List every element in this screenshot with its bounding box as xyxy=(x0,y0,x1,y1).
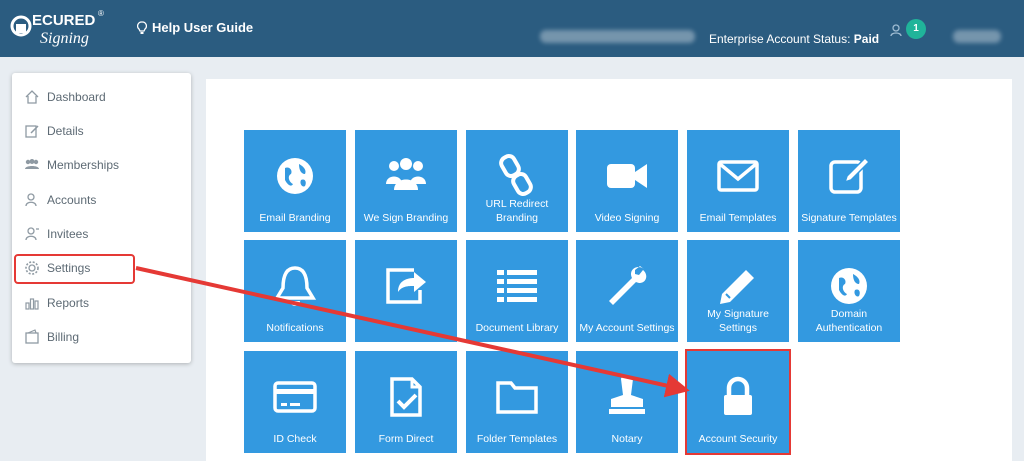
account-status: Enterprise Account Status: Paid xyxy=(709,32,879,46)
tile-document-library[interactable]: Document Library xyxy=(466,240,568,342)
account-icon xyxy=(25,193,37,207)
sidebar-item-memberships[interactable]: Memberships xyxy=(24,155,119,175)
secured-signing-logo[interactable]: ECURED ® Signing xyxy=(10,6,110,50)
lightbulb-icon xyxy=(137,20,147,34)
status-value: Paid xyxy=(853,32,880,46)
tile-email-templates[interactable]: Email Templates xyxy=(687,130,789,232)
tile-signature-templates[interactable]: Signature Templates xyxy=(798,130,900,232)
tile-notary[interactable]: Notary xyxy=(576,351,678,453)
tile-account-security[interactable]: Account Security xyxy=(685,349,791,455)
tile-folder-templates[interactable]: Folder Templates xyxy=(466,351,568,453)
tile-notifications[interactable]: Notifications xyxy=(244,240,346,342)
sidebar-item-label: Reports xyxy=(47,296,90,310)
bar-chart-icon xyxy=(25,298,39,310)
tile-url-redirect-branding[interactable]: URL Redirect Branding xyxy=(466,130,568,232)
settings-highlight-annotation xyxy=(14,254,135,284)
tile-my-signature-settings[interactable]: My Signature Settings xyxy=(687,240,789,342)
svg-text:Signing: Signing xyxy=(40,30,89,47)
invitee-icon xyxy=(25,227,39,241)
globe-icon xyxy=(277,158,313,194)
signature-edit-icon xyxy=(829,156,871,194)
sidebar-item-reports[interactable]: Reports xyxy=(24,293,89,313)
tile-label: Account Security xyxy=(698,433,778,445)
share-icon xyxy=(386,268,426,304)
tile-label: Signature Templates xyxy=(801,212,897,224)
sidebar-item-label: Details xyxy=(47,124,84,138)
notification-badge[interactable]: 1 xyxy=(906,19,926,39)
wrench-icon xyxy=(609,266,647,305)
tile-label: My Account Settings xyxy=(579,322,675,334)
list-icon xyxy=(497,270,537,302)
tile-label: We Sign Branding xyxy=(363,212,449,224)
sidebar-item-accounts[interactable]: Accounts xyxy=(24,190,96,210)
sidebar-item-billing[interactable]: Billing xyxy=(24,327,79,347)
user-menu-redacted[interactable] xyxy=(953,30,1001,43)
tile-my-account-settings[interactable]: My Account Settings xyxy=(576,240,678,342)
edit-icon xyxy=(25,125,39,138)
tile-label: Domain Authentication xyxy=(815,308,883,334)
tile-label: Video Signing xyxy=(594,212,660,224)
svg-text:ECURED: ECURED xyxy=(32,12,96,29)
folder-icon xyxy=(496,381,538,414)
help-user-guide-link[interactable]: Help User Guide xyxy=(137,20,253,35)
wallet-icon xyxy=(25,329,39,344)
form-check-icon xyxy=(390,377,422,417)
group-icon xyxy=(25,159,39,169)
pencil-icon xyxy=(720,270,754,304)
globe-icon xyxy=(831,268,867,304)
sidebar-item-dashboard[interactable]: Dashboard xyxy=(24,87,106,107)
tile-label: URL Redirect Branding xyxy=(485,198,549,224)
tile-label: Folder Templates xyxy=(476,433,558,445)
help-label: Help User Guide xyxy=(152,20,254,35)
users-icon xyxy=(386,158,426,190)
bell-icon xyxy=(273,266,317,306)
sidebar-item-label: Memberships xyxy=(47,158,120,172)
stamp-icon xyxy=(609,376,645,414)
tile-label: Email Templates xyxy=(699,212,777,224)
status-label: Enterprise Account Status: xyxy=(709,32,851,46)
settings-panel: Email Branding We Sign Branding URL Redi… xyxy=(206,79,1012,461)
tile-label: Document Library xyxy=(475,322,559,334)
sidebar-item-label: Invitees xyxy=(47,227,89,241)
top-bar: ECURED ® Signing Help User Guide Enterpr… xyxy=(0,0,1024,57)
tile-label: Form Direct xyxy=(378,433,434,445)
link-icon xyxy=(499,154,533,196)
tile-label: My Signature Settings xyxy=(707,308,769,334)
tile-id-check[interactable]: ID Check xyxy=(244,351,346,453)
tile-domain-authentication[interactable]: Domain Authentication xyxy=(798,240,900,342)
tile-video-signing[interactable]: Video Signing xyxy=(576,130,678,232)
sidebar-item-label: Dashboard xyxy=(47,90,106,104)
tile-label: Notary xyxy=(611,433,643,445)
credit-card-icon xyxy=(273,381,317,413)
tile-email-branding[interactable]: Email Branding xyxy=(244,130,346,232)
tile-share[interactable] xyxy=(355,240,457,342)
sidebar-item-details[interactable]: Details xyxy=(24,121,84,141)
tile-label: Email Branding xyxy=(259,212,331,224)
sidebar-item-invitees[interactable]: Invitees xyxy=(24,224,88,244)
lock-icon xyxy=(724,376,752,415)
envelope-icon xyxy=(717,160,759,192)
tile-label: Notifications xyxy=(266,322,324,334)
account-name-redacted xyxy=(540,30,695,43)
home-icon xyxy=(25,90,39,104)
video-camera-icon xyxy=(607,164,647,188)
sidebar: Dashboard Details Memberships Accounts I… xyxy=(12,73,191,363)
tile-form-direct[interactable]: Form Direct xyxy=(355,351,457,453)
sidebar-item-label: Billing xyxy=(47,330,80,344)
tile-label: ID Check xyxy=(273,433,317,445)
sidebar-item-label: Accounts xyxy=(47,193,97,207)
tile-we-sign-branding[interactable]: We Sign Branding xyxy=(355,130,457,232)
svg-text:®: ® xyxy=(98,9,104,18)
user-icon[interactable] xyxy=(889,23,903,37)
